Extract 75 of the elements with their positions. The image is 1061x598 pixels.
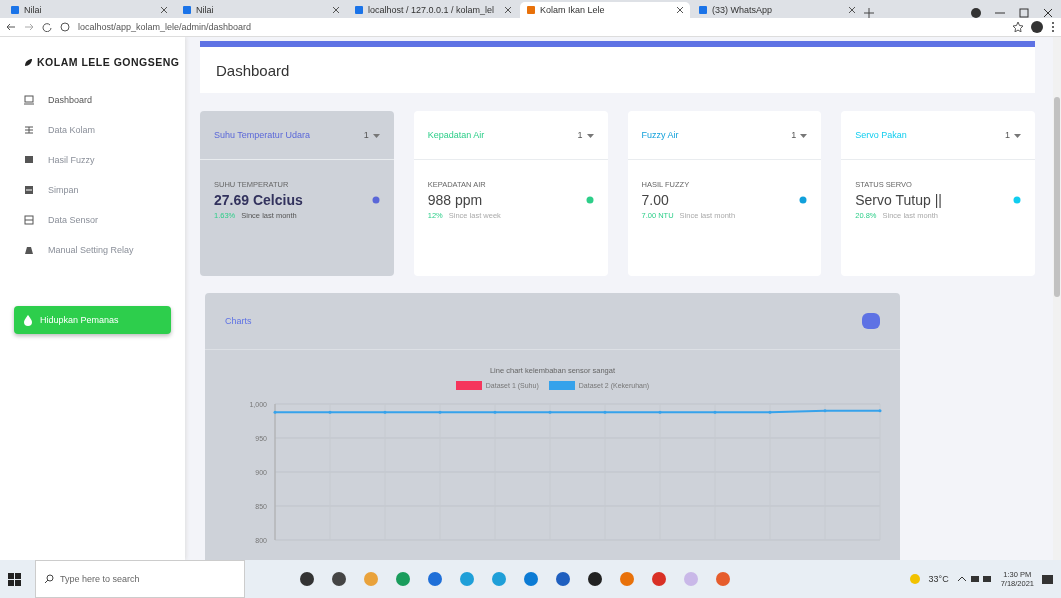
caret-icon[interactable] <box>1014 132 1021 138</box>
stat-value: 7.00 <box>641 192 670 208</box>
page-icon <box>698 5 708 15</box>
taskbar-search-field[interactable]: Type here to search <box>35 560 245 598</box>
notification-icon[interactable] <box>1042 573 1053 585</box>
info-icon <box>60 22 70 32</box>
card-count: 1 <box>1005 130 1010 140</box>
caret-icon[interactable] <box>800 132 808 138</box>
stat-value: 27.69 Celcius <box>214 192 303 208</box>
more-icon[interactable] <box>1051 21 1055 33</box>
card-title: Kepadatan Air <box>427 130 485 140</box>
avatar-icon[interactable] <box>1031 21 1043 33</box>
menu-item-icon <box>24 125 34 135</box>
close-icon[interactable] <box>332 6 340 14</box>
sidebar-item[interactable]: Simpan <box>0 181 185 199</box>
menu-item-icon <box>24 215 34 225</box>
star-icon[interactable] <box>1013 22 1023 32</box>
tray-icons[interactable] <box>956 574 993 584</box>
close-icon[interactable] <box>504 6 512 14</box>
browser-tab[interactable]: Nilai <box>176 2 346 18</box>
drop-icon <box>24 314 32 326</box>
browser-tab[interactable]: Kolam Ikan Lele <box>520 2 690 18</box>
legend-swatch <box>548 381 575 390</box>
sidebar-item[interactable]: Data Sensor <box>0 211 185 229</box>
sidebar-item[interactable]: Dashboard <box>0 91 185 109</box>
weather-text[interactable]: 33°C <box>928 574 949 584</box>
page-icon <box>182 5 192 15</box>
card-title: Fuzzy Air <box>641 130 679 140</box>
brand-name: KOLAM LELE GONGSENG <box>37 56 180 68</box>
close-icon[interactable] <box>676 6 684 14</box>
browser-tab[interactable]: Nilai <box>4 2 174 18</box>
scrollbar-thumb[interactable] <box>1054 97 1060 297</box>
card-count: 1 <box>363 130 369 140</box>
reload-icon[interactable] <box>42 22 52 32</box>
page-header: Dashboard <box>200 41 1035 93</box>
sidebar-item[interactable]: Data Kolam <box>0 121 185 139</box>
browser-tab[interactable]: localhost / 127.0.0.1 / kolam_lel <box>348 2 518 18</box>
stat-icon <box>371 196 380 204</box>
stat-icon <box>1013 196 1021 204</box>
card-title: Servo Pakan <box>855 130 907 140</box>
search-icon <box>44 574 54 584</box>
plus-icon[interactable] <box>864 8 874 18</box>
menu-item-icon <box>24 245 34 255</box>
windows-icon[interactable] <box>8 572 21 586</box>
stat-value: Servo Tutup || <box>855 192 942 208</box>
toggle-icon[interactable] <box>862 313 880 329</box>
back-icon[interactable] <box>6 22 16 32</box>
leaf-icon <box>24 57 33 67</box>
panel-title: Charts <box>225 316 252 326</box>
menu-item-icon <box>24 185 34 195</box>
app-icon[interactable] <box>587 571 603 587</box>
card-count: 1 <box>791 130 797 140</box>
maximize-icon[interactable] <box>1019 8 1029 18</box>
stat-value: 988 ppm <box>427 192 484 208</box>
card-count: 1 <box>577 130 583 140</box>
page-icon <box>354 5 364 15</box>
menu-item-icon <box>24 155 34 165</box>
caret-icon[interactable] <box>586 132 594 138</box>
caret-icon[interactable] <box>372 132 380 138</box>
app-icon[interactable] <box>331 571 347 587</box>
close-icon[interactable] <box>848 6 856 14</box>
legend-swatch <box>455 381 482 390</box>
stat-icon <box>585 196 594 204</box>
browser-tab[interactable]: (33) WhatsApp <box>692 2 862 18</box>
menu-item-icon <box>24 95 34 105</box>
app-icon[interactable] <box>299 571 315 587</box>
page-icon <box>526 5 536 15</box>
stat-icon <box>799 196 808 204</box>
sidebar-item[interactable]: Hasil Fuzzy <box>0 151 185 169</box>
close-icon[interactable] <box>1043 8 1053 18</box>
close-icon[interactable] <box>160 6 168 14</box>
sidebar-item[interactable]: Manual Setting Relay <box>0 241 185 259</box>
profile-icon[interactable] <box>971 8 981 18</box>
card-title: Suhu Temperatur Udara <box>214 130 310 140</box>
page-icon <box>10 5 20 15</box>
